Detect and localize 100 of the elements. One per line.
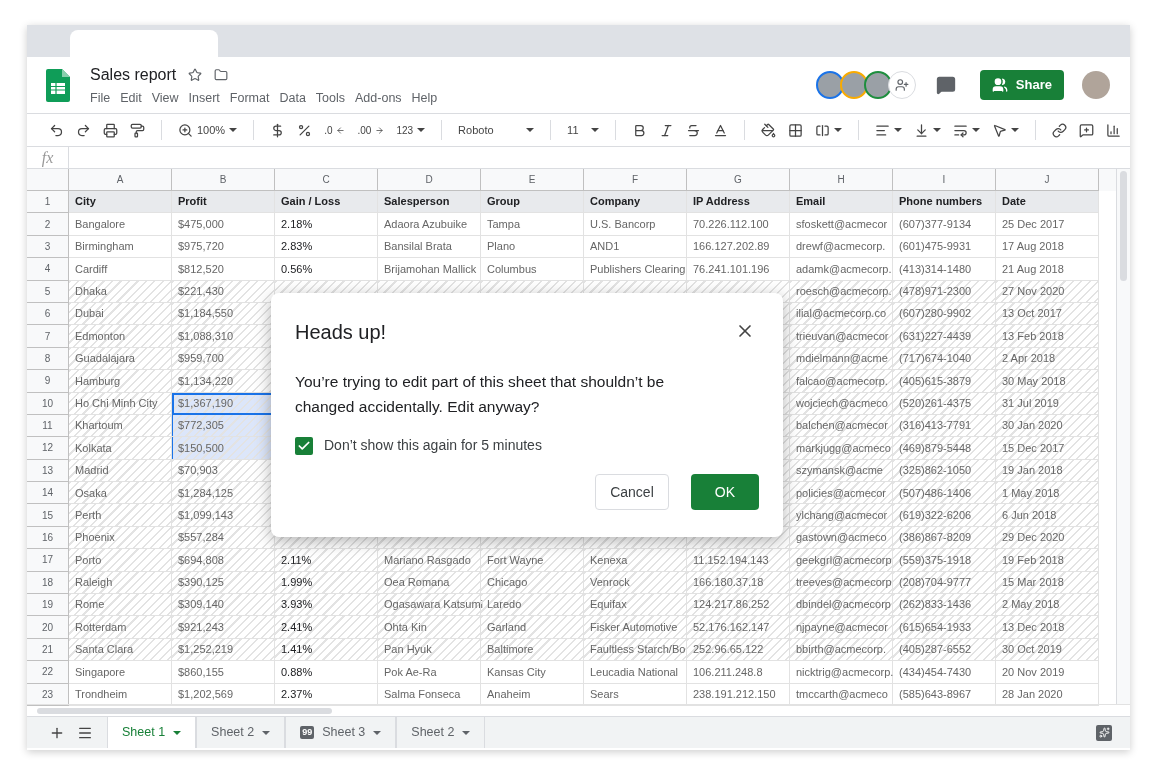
table-cell[interactable]: (717)674-1040 [893, 347, 996, 371]
table-cell[interactable]: Oea Romana [378, 571, 481, 595]
menu-item[interactable]: View [151, 88, 179, 108]
sheet-tab[interactable]: Sheet 2 [396, 717, 486, 748]
table-cell[interactable]: (262)833-1436 [893, 594, 996, 617]
row-header[interactable]: 22 [27, 661, 69, 684]
table-cell[interactable]: 13 Oct 2017 [996, 302, 1099, 326]
table-cell[interactable]: 21 Aug 2018 [996, 258, 1099, 281]
row-header[interactable]: 15 [27, 504, 69, 527]
table-cell[interactable]: (601)475-9931 [893, 235, 996, 259]
row-header[interactable]: 16 [27, 526, 69, 550]
undo-button[interactable] [49, 122, 64, 138]
table-cell[interactable]: bbirth@acmecorp. [790, 638, 893, 662]
row-header[interactable]: 19 [27, 594, 69, 617]
ok-button[interactable]: OK [690, 474, 759, 510]
table-cell[interactable]: (405)287-6552 [893, 638, 996, 662]
table-cell[interactable]: 52.176.162.147 [687, 616, 790, 639]
table-cell[interactable]: 3.93% [275, 594, 378, 617]
table-cell[interactable]: markjugg@acmeco [790, 437, 893, 460]
table-cell[interactable]: 1.41% [275, 638, 378, 662]
table-cell[interactable]: Sears [584, 683, 687, 706]
table-cell[interactable]: 28 Jan 2020 [996, 683, 1099, 706]
table-cell[interactable]: tmccarth@acmeco [790, 683, 893, 706]
table-cell[interactable]: 2.37% [275, 683, 378, 706]
table-cell[interactable]: $221,430 [172, 280, 275, 303]
table-cell[interactable]: trieuvan@acmecor [790, 325, 893, 348]
column-title-cell[interactable]: Phone numbers [893, 191, 996, 214]
table-cell[interactable]: Phoenix [69, 526, 172, 550]
fill-color-button[interactable] [761, 122, 777, 138]
font-size-dropdown[interactable]: 11 [567, 121, 600, 139]
document-title[interactable]: Sales report [90, 62, 177, 87]
table-cell[interactable]: roesch@acmecorp. [790, 280, 893, 303]
collaborator-avatar[interactable] [815, 71, 844, 99]
row-header[interactable]: 20 [27, 616, 69, 639]
cancel-button[interactable]: Cancel [595, 474, 669, 510]
table-cell[interactable]: (631)227-4439 [893, 325, 996, 348]
redo-button[interactable] [76, 122, 91, 138]
table-cell[interactable]: Salma Fonseca [378, 683, 481, 706]
table-cell[interactable]: (405)615-3879 [893, 370, 996, 393]
table-cell[interactable]: 166.127.202.89 [687, 235, 790, 259]
column-title-cell[interactable]: Date [996, 191, 1099, 214]
menu-item[interactable]: Insert [188, 88, 220, 108]
menu-item[interactable]: Tools [315, 88, 346, 108]
table-cell[interactable]: Dubai [69, 302, 172, 326]
table-cell[interactable]: Leucadia National [584, 661, 687, 684]
sheet-tab[interactable]: 99 Sheet 3 [285, 717, 397, 748]
table-cell[interactable]: AND1 [584, 235, 687, 259]
table-cell[interactable]: 30 Jan 2020 [996, 414, 1099, 438]
table-cell[interactable]: wojciech@acmeco [790, 392, 893, 415]
table-cell[interactable]: geekgrl@acmecorp [790, 549, 893, 572]
menu-item[interactable]: Help [411, 88, 438, 108]
comment-icon[interactable] [935, 75, 956, 95]
table-cell[interactable]: nicktrig@acmecorp. [790, 661, 893, 684]
table-cell[interactable]: Pan Hyuk [378, 638, 481, 662]
table-cell[interactable]: Kenexa [584, 549, 687, 572]
collaborator-avatar[interactable] [863, 71, 892, 99]
table-cell[interactable]: 166.180.37.18 [687, 571, 790, 595]
table-cell[interactable]: U.S. Bancorp [584, 213, 687, 236]
checkbox-label[interactable]: Don’t show this again for 5 minutes [324, 435, 542, 456]
align-button[interactable] [875, 122, 903, 138]
table-cell[interactable]: Kansas City [481, 661, 584, 684]
row-header[interactable]: 23 [27, 683, 69, 706]
table-cell[interactable]: $475,000 [172, 213, 275, 236]
table-cell[interactable]: adamk@acmecorp. [790, 258, 893, 281]
table-cell[interactable]: 6 Jun 2018 [996, 504, 1099, 527]
table-cell[interactable]: mdielmann@acme [790, 347, 893, 371]
table-cell[interactable]: $860,155 [172, 661, 275, 684]
table-cell[interactable]: $1,202,569 [172, 683, 275, 706]
table-cell[interactable]: Tampa [481, 213, 584, 236]
table-cell[interactable]: Dhaka [69, 280, 172, 303]
row-header[interactable]: 1 [27, 191, 69, 214]
wrap-button[interactable] [953, 122, 981, 138]
table-cell[interactable]: drewf@acmecorp. [790, 235, 893, 259]
table-cell[interactable]: (316)413-7791 [893, 414, 996, 438]
table-cell[interactable]: $1,252,219 [172, 638, 275, 662]
table-cell[interactable]: Ho Chi Minh City [69, 392, 172, 415]
table-cell[interactable]: $921,243 [172, 616, 275, 639]
table-cell[interactable]: (607)280-9902 [893, 302, 996, 326]
table-cell[interactable]: Perth [69, 504, 172, 527]
paint-format-button[interactable] [130, 122, 145, 138]
table-cell[interactable]: Bangalore [69, 213, 172, 236]
row-header[interactable]: 11 [27, 414, 69, 438]
table-cell[interactable]: 2 May 2018 [996, 594, 1099, 617]
explore-button[interactable] [1096, 724, 1112, 741]
table-cell[interactable]: Venrock [584, 571, 687, 595]
table-cell[interactable]: (607)377-9134 [893, 213, 996, 236]
row-header[interactable]: 12 [27, 437, 69, 460]
table-cell[interactable]: 17 Aug 2018 [996, 235, 1099, 259]
table-cell[interactable]: sfoskett@acmecor [790, 213, 893, 236]
table-cell[interactable]: Trondheim [69, 683, 172, 706]
table-cell[interactable]: Hamburg [69, 370, 172, 393]
comment-button[interactable] [1079, 122, 1095, 138]
horizontal-scrollbar-thumb[interactable] [37, 707, 332, 714]
table-cell[interactable]: Laredo [481, 594, 584, 617]
row-header[interactable]: 8 [27, 347, 69, 371]
table-cell[interactable]: Porto [69, 549, 172, 572]
table-cell[interactable]: Santa Clara [69, 638, 172, 662]
decimal-increase-button[interactable]: .00 [357, 122, 385, 138]
table-cell[interactable]: 2.18% [275, 213, 378, 236]
more-people-button[interactable] [887, 71, 916, 99]
